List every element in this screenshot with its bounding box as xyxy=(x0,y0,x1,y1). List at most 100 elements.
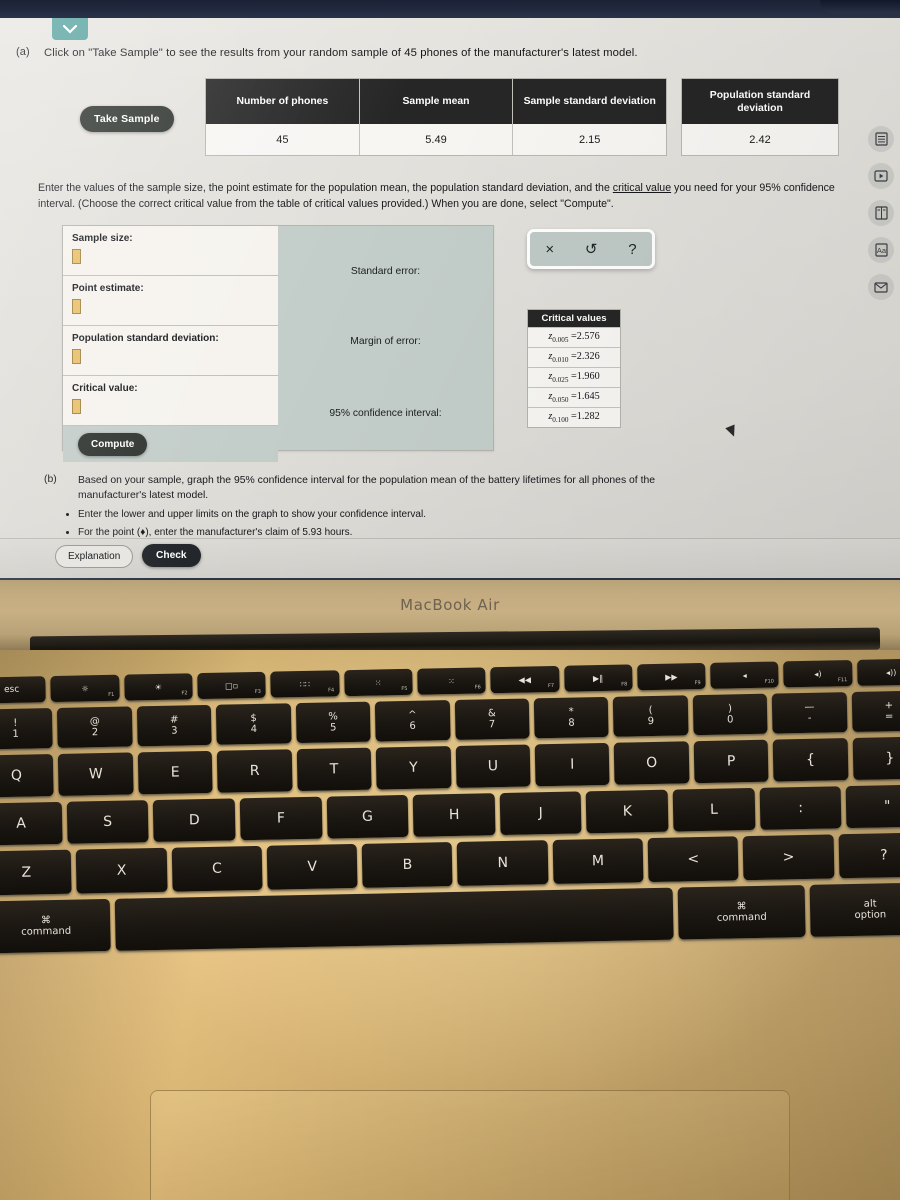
key-bracket-left[interactable]: { xyxy=(772,738,849,782)
key-command-right[interactable]: ⌘ command xyxy=(677,884,807,940)
key-f5-keyboard-backlight-down-icon[interactable]: ⁙ F5 xyxy=(343,668,413,697)
key-comma[interactable]: < xyxy=(647,836,739,883)
critical-value-row: z0.025 =1.960 xyxy=(528,367,620,387)
critical-value-input[interactable] xyxy=(72,399,81,414)
key-label: command xyxy=(716,911,767,924)
close-icon[interactable]: × xyxy=(545,242,554,257)
key-f2-brightness-up-icon[interactable]: ☀ F2 xyxy=(123,673,193,701)
take-sample-button[interactable]: Take Sample xyxy=(80,106,174,132)
key-label: □▫ xyxy=(224,680,239,691)
key-label: ▶▶ xyxy=(665,671,678,682)
key-8[interactable]: * 8 xyxy=(533,696,609,739)
key-label: 9 xyxy=(647,715,655,728)
key-f12-volume-up-icon[interactable]: ◂))F12 xyxy=(856,658,900,686)
compute-button[interactable]: Compute xyxy=(78,433,148,456)
key-y[interactable]: Y xyxy=(375,746,452,790)
key-9[interactable]: (9 xyxy=(613,695,689,737)
key-i[interactable]: I xyxy=(534,742,610,787)
key-w[interactable]: W xyxy=(58,752,134,796)
key-3[interactable]: #3 xyxy=(136,704,212,747)
critical-value-link[interactable]: critical value xyxy=(613,182,671,194)
key-semicolon[interactable]: : xyxy=(759,786,842,830)
key-j[interactable]: J xyxy=(499,791,583,836)
key-label: = xyxy=(884,711,894,723)
key-bracket-right[interactable]: } xyxy=(852,736,900,780)
key-f10-mute-icon[interactable]: ◂ F10 xyxy=(710,661,780,689)
key-u[interactable]: U xyxy=(455,744,531,788)
key-label: 8 xyxy=(568,717,575,729)
key-label: 7 xyxy=(488,719,496,731)
key-f9-fast-forward-icon[interactable]: ▶▶ F9 xyxy=(636,662,706,691)
reading-icon[interactable]: Aa xyxy=(868,237,894,263)
point-estimate-input[interactable] xyxy=(72,299,81,314)
key-v[interactable]: V xyxy=(266,843,358,890)
check-button[interactable]: Check xyxy=(142,544,201,567)
key-z[interactable]: Z xyxy=(0,849,72,896)
key-d[interactable]: D xyxy=(153,798,236,843)
key-command-left[interactable]: ⌘ command xyxy=(0,898,111,954)
key-1[interactable]: ! 1 xyxy=(0,708,54,750)
key-minus[interactable]: — - xyxy=(771,692,848,734)
key-2[interactable]: @2 xyxy=(57,706,133,748)
key-m[interactable]: M xyxy=(552,838,644,885)
key-slash[interactable]: ? xyxy=(838,832,900,879)
key-5[interactable]: % 5 xyxy=(295,701,371,744)
key-f11-volume-down-icon[interactable]: ◂) F11 xyxy=(783,659,853,688)
key-period[interactable]: > xyxy=(742,834,835,881)
key-f3-mission-control-icon[interactable]: □▫ F3 xyxy=(197,671,266,700)
key-e[interactable]: E xyxy=(137,750,213,795)
key-f4-launchpad-icon[interactable]: ∷∷ F4 xyxy=(270,670,340,698)
key-f1-brightness-down-icon[interactable]: ☼ F1 xyxy=(50,674,120,703)
key-t[interactable]: T xyxy=(296,747,372,792)
key-0[interactable]: ) 0 xyxy=(692,693,768,736)
table-cell: 2.42 xyxy=(682,124,838,155)
key-esc[interactable]: esc xyxy=(0,676,47,704)
keyboard-space-row: ⌘ command ⌘ command alt option xyxy=(0,882,900,954)
mail-icon[interactable] xyxy=(868,274,894,300)
key-f6-keyboard-backlight-up-icon[interactable]: ⁙ F6 xyxy=(417,667,486,695)
key-label: ⁙ xyxy=(448,676,455,686)
key-q[interactable]: Q xyxy=(0,754,55,798)
key-r[interactable]: R xyxy=(217,749,293,793)
video-icon[interactable] xyxy=(868,163,894,189)
explanation-button[interactable]: Explanation xyxy=(55,545,134,568)
column-header: Population standard deviation xyxy=(682,79,838,125)
key-c[interactable]: C xyxy=(171,845,263,892)
key-a[interactable]: A xyxy=(0,801,63,846)
key-equals[interactable]: + = xyxy=(851,690,900,732)
help-icon[interactable]: ? xyxy=(628,242,636,257)
key-shift-label: # xyxy=(169,714,179,726)
trackpad[interactable] xyxy=(150,1090,790,1200)
key-k[interactable]: K xyxy=(586,789,669,834)
key-option[interactable]: alt option xyxy=(809,882,900,937)
key-s[interactable]: S xyxy=(66,800,149,844)
key-f8-play-pause-icon[interactable]: ▶‖ F8 xyxy=(563,664,633,692)
key-h[interactable]: H xyxy=(412,793,496,837)
screen-bezel-corner xyxy=(820,0,900,14)
population-sd-input[interactable] xyxy=(72,349,81,364)
key-quote[interactable]: " xyxy=(846,784,900,829)
reset-icon[interactable]: ↺ xyxy=(585,242,598,257)
key-fnum: F8 xyxy=(621,681,628,688)
key-g[interactable]: G xyxy=(326,794,409,839)
key-fnum: F10 xyxy=(764,678,775,685)
key-7[interactable]: & 7 xyxy=(454,698,530,740)
key-o[interactable]: O xyxy=(614,741,690,785)
key-spacebar[interactable] xyxy=(114,887,674,951)
key-f7-rewind-icon[interactable]: ◀◀ F7 xyxy=(490,665,560,694)
key-6[interactable]: ^ 6 xyxy=(374,700,451,742)
key-p[interactable]: P xyxy=(693,739,769,784)
key-b[interactable]: B xyxy=(361,842,454,888)
collapse-panel-tab[interactable] xyxy=(52,18,88,40)
key-f[interactable]: F xyxy=(239,796,323,841)
tool-rail: Aa xyxy=(868,126,894,300)
key-x[interactable]: X xyxy=(76,847,168,894)
key-l[interactable]: L xyxy=(672,787,756,832)
key-n[interactable]: N xyxy=(457,840,549,886)
calculator-icon[interactable] xyxy=(868,126,894,152)
key-4[interactable]: $4 xyxy=(216,703,292,745)
chevron-down-icon xyxy=(63,24,77,34)
reference-icon[interactable] xyxy=(868,200,894,226)
sample-size-input[interactable] xyxy=(72,249,81,264)
sample-results-table: Number of phones 45 Sample mean 5.49 Sam… xyxy=(205,78,667,156)
